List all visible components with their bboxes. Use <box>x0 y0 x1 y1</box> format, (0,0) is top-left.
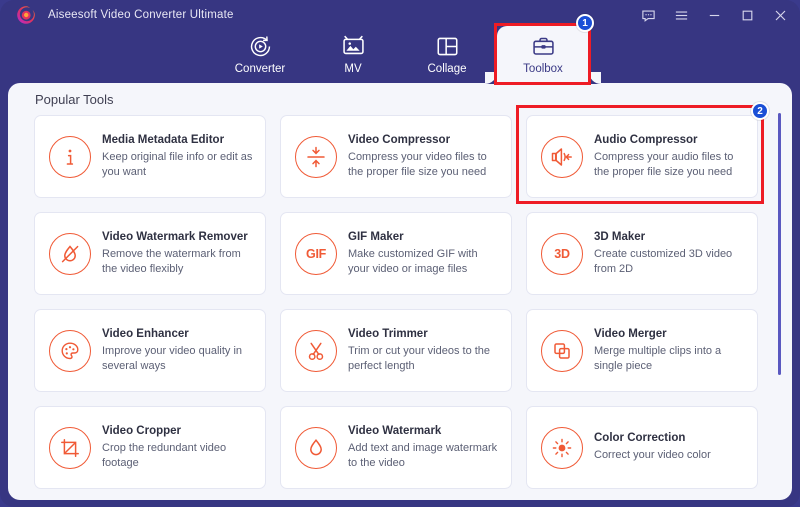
tool-desc: Compress your audio files to the proper … <box>594 150 734 178</box>
tool-desc: Crop the redundant video footage <box>102 441 227 469</box>
tool-desc: Make customized GIF with your video or i… <box>348 247 478 275</box>
tab-bar: Converter MV Collage Toolbox <box>0 26 800 83</box>
palette-icon <box>49 329 91 372</box>
tool-card-video-watermark-remover[interactable]: Video Watermark Remover Remove the water… <box>34 212 266 295</box>
menu-icon[interactable] <box>673 7 689 23</box>
minimize-icon[interactable] <box>706 7 722 23</box>
feedback-icon[interactable] <box>640 7 656 23</box>
scissors-icon <box>295 329 337 372</box>
tool-card-video-enhancer[interactable]: Video Enhancer Improve your video qualit… <box>34 309 266 392</box>
tool-desc: Trim or cut your videos to the perfect l… <box>348 344 491 372</box>
tab-converter-label: Converter <box>234 63 286 75</box>
tab-ear-left <box>485 26 497 84</box>
compress-icon <box>295 135 337 178</box>
tool-desc: Keep original file info or edit as you w… <box>102 150 253 178</box>
info-circle-icon <box>49 135 91 178</box>
app-window: Aiseesoft Video Converter Ultimate Conve… <box>0 0 800 507</box>
tool-card-text: Video Trimmer Trim or cut your videos to… <box>348 328 499 373</box>
crop-icon <box>49 426 91 469</box>
tool-card-text: Video Watermark Add text and image water… <box>348 425 499 470</box>
tool-name: Video Watermark Remover <box>102 230 248 243</box>
merge-squares-icon <box>541 329 583 372</box>
tool-desc: Merge multiple clips into a single piece <box>594 344 722 372</box>
tab-ear-right <box>589 26 601 84</box>
tool-card-text: Color Correction Correct your video colo… <box>594 432 745 463</box>
app-logo-icon <box>14 3 38 27</box>
tool-name: GIF Maker <box>348 230 404 243</box>
tool-card-media-metadata-editor[interactable]: Media Metadata Editor Keep original file… <box>34 115 266 198</box>
tool-name: Video Cropper <box>102 424 182 437</box>
maximize-icon[interactable] <box>739 7 755 23</box>
tool-card-video-trimmer[interactable]: Video Trimmer Trim or cut your videos to… <box>280 309 512 392</box>
scrollbar-track[interactable] <box>778 113 782 488</box>
tool-card-text: Video Cropper Crop the redundant video f… <box>102 425 253 470</box>
tab-mv[interactable]: MV <box>305 26 401 83</box>
tool-card-text: Video Compressor Compress your video fil… <box>348 134 499 179</box>
close-icon[interactable] <box>772 7 788 23</box>
tool-card-color-correction[interactable]: Color Correction Correct your video colo… <box>526 406 758 489</box>
tool-card-text: Media Metadata Editor Keep original file… <box>102 134 253 179</box>
tool-card-audio-compressor[interactable]: Audio Compressor Compress your audio fil… <box>526 115 758 198</box>
tool-card-video-compressor[interactable]: Video Compressor Compress your video fil… <box>280 115 512 198</box>
tool-card-text: Video Watermark Remover Remove the water… <box>102 231 253 276</box>
tab-toolbox-label: Toolbox <box>523 63 563 75</box>
tool-name: Media Metadata Editor <box>102 133 225 146</box>
tool-card-text: Video Enhancer Improve your video qualit… <box>102 328 253 373</box>
tool-card-gif-maker[interactable]: GIF GIF Maker Make customized GIF with y… <box>280 212 512 295</box>
converter-icon <box>248 32 273 60</box>
tab-toolbox[interactable]: Toolbox <box>497 26 589 83</box>
gif-text-icon: GIF <box>295 232 337 275</box>
tool-card-video-watermark[interactable]: Video Watermark Add text and image water… <box>280 406 512 489</box>
mv-icon <box>341 32 366 60</box>
tool-name: Video Watermark <box>348 424 442 437</box>
tool-card-video-merger[interactable]: Video Merger Merge multiple clips into a… <box>526 309 758 392</box>
tool-name: Audio Compressor <box>594 133 698 146</box>
tool-desc: Correct your video color <box>594 449 711 462</box>
step-badge-2: 2 <box>751 102 769 120</box>
tool-name: Video Enhancer <box>102 327 189 340</box>
tool-card-text: 3D Maker Create customized 3D video from… <box>594 231 745 276</box>
tool-card-text: Audio Compressor Compress your audio fil… <box>594 134 745 179</box>
tab-collage[interactable]: Collage <box>399 26 495 83</box>
toolbox-icon <box>531 32 556 60</box>
main-panel: Popular Tools Media Metadata Editor Keep… <box>8 83 792 500</box>
collage-icon <box>435 32 460 60</box>
3d-text-icon: 3D <box>541 232 583 275</box>
tool-card-text: GIF Maker Make customized GIF with your … <box>348 231 499 276</box>
tool-card-3d-maker[interactable]: 3D 3D Maker Create customized 3D video f… <box>526 212 758 295</box>
tab-collage-label: Collage <box>427 63 467 75</box>
tool-card-text: Video Merger Merge multiple clips into a… <box>594 328 745 373</box>
sun-icon <box>541 426 583 469</box>
tool-name: Color Correction <box>594 432 686 445</box>
app-title: Aiseesoft Video Converter Ultimate <box>48 9 234 21</box>
tool-name: 3D Maker <box>594 230 646 243</box>
tool-desc: Remove the watermark from the video flex… <box>102 247 241 275</box>
scrollbar-thumb[interactable] <box>778 113 781 375</box>
speaker-compress-icon <box>541 135 583 178</box>
step-badge-1: 1 <box>576 14 594 32</box>
tab-converter[interactable]: Converter <box>212 26 308 83</box>
tool-desc: Improve your video quality in several wa… <box>102 344 243 372</box>
droplet-icon <box>295 426 337 469</box>
tool-card-video-cropper[interactable]: Video Cropper Crop the redundant video f… <box>34 406 266 489</box>
tab-mv-label: MV <box>344 63 362 75</box>
tool-name: Video Merger <box>594 327 667 340</box>
tool-desc: Add text and image watermark to the vide… <box>348 441 498 469</box>
page-title: Popular Tools <box>35 92 114 107</box>
tool-desc: Create customized 3D video from 2D <box>594 247 733 275</box>
tool-name: Video Trimmer <box>348 327 428 340</box>
tool-name: Video Compressor <box>348 133 451 146</box>
tools-grid: Media Metadata Editor Keep original file… <box>34 115 770 489</box>
no-watermark-icon <box>49 232 91 275</box>
tool-desc: Compress your video files to the proper … <box>348 150 487 178</box>
